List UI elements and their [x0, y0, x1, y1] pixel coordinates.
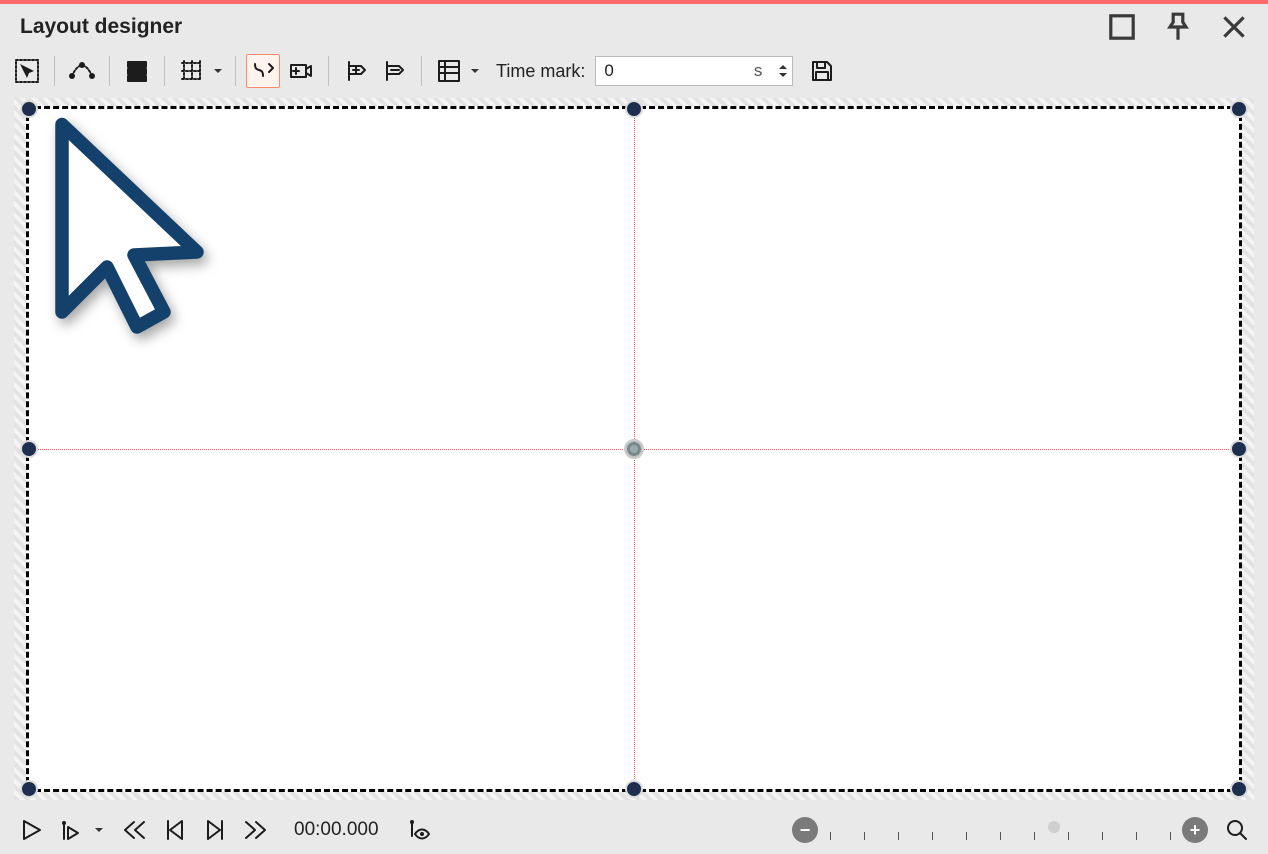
cursor-overlay-icon: [47, 117, 227, 362]
zoom-slider-knob[interactable]: [1048, 821, 1060, 833]
layers-button[interactable]: [120, 54, 154, 88]
window-title: Layout designer: [20, 15, 182, 39]
table-button[interactable]: [432, 54, 466, 88]
handle-center[interactable]: [624, 439, 644, 459]
time-mark-input[interactable]: 0 s: [595, 56, 793, 86]
bottom-toolbar: 00:00.000 − +: [0, 806, 1268, 854]
pin-button[interactable]: [1162, 11, 1194, 43]
zoom-out-button[interactable]: −: [792, 817, 818, 843]
time-mark-label: Time mark:: [496, 61, 585, 82]
curve-edit-button[interactable]: [65, 54, 99, 88]
handle-ne[interactable]: [1230, 100, 1248, 118]
handle-w[interactable]: [20, 440, 38, 458]
handle-nw[interactable]: [20, 100, 38, 118]
grid-button[interactable]: [175, 54, 209, 88]
forward-end-button[interactable]: [238, 813, 272, 847]
time-mark-unit: s: [754, 61, 763, 81]
grid-dropdown[interactable]: [211, 66, 225, 76]
time-spin-up[interactable]: [778, 63, 788, 70]
save-button[interactable]: [805, 54, 839, 88]
zoom-in-button[interactable]: +: [1182, 817, 1208, 843]
select-tool-button[interactable]: [10, 54, 44, 88]
prev-frame-button[interactable]: [158, 813, 192, 847]
next-frame-button[interactable]: [198, 813, 232, 847]
play-segment-button[interactable]: [54, 813, 88, 847]
keyframe-remove-button[interactable]: [377, 54, 411, 88]
titlebar: Layout designer: [0, 4, 1268, 50]
close-button[interactable]: [1218, 11, 1250, 43]
layout-canvas[interactable]: [26, 106, 1242, 792]
stage-area: [0, 92, 1268, 806]
table-dropdown[interactable]: [468, 66, 482, 76]
top-toolbar: Time mark: 0 s: [0, 50, 1268, 92]
path-tool-button[interactable]: [246, 54, 280, 88]
visibility-toggle-button[interactable]: [401, 813, 435, 847]
handle-e[interactable]: [1230, 440, 1248, 458]
rewind-start-button[interactable]: [118, 813, 152, 847]
maximize-button[interactable]: [1106, 11, 1138, 43]
play-segment-dropdown[interactable]: [92, 825, 106, 835]
zoom-slider[interactable]: [830, 818, 1170, 842]
timecode-display: 00:00.000: [294, 819, 379, 841]
handle-s[interactable]: [625, 780, 643, 798]
handle-n[interactable]: [625, 100, 643, 118]
time-mark-value: 0: [604, 61, 754, 81]
zoom-fit-button[interactable]: [1220, 813, 1254, 847]
play-button[interactable]: [14, 813, 48, 847]
keyframe-add-button[interactable]: [339, 54, 373, 88]
handle-sw[interactable]: [20, 780, 38, 798]
time-spin-down[interactable]: [778, 72, 788, 79]
handle-se[interactable]: [1230, 780, 1248, 798]
camera-add-button[interactable]: [284, 54, 318, 88]
